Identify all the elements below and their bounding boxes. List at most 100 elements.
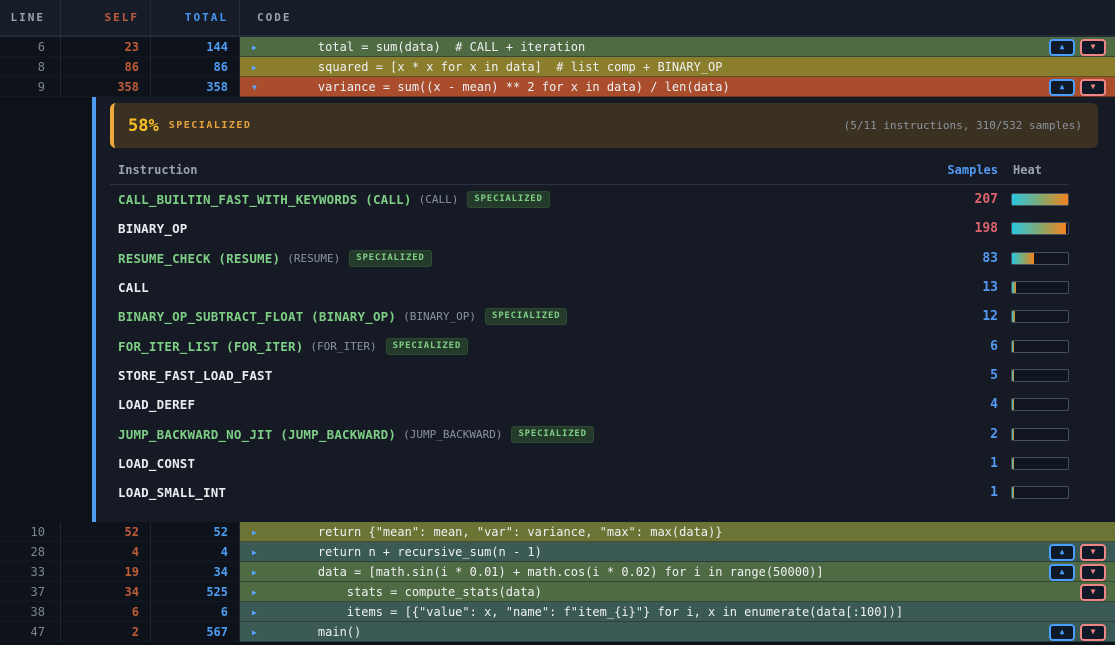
heat-bar <box>1011 340 1069 353</box>
total-samples: 4 <box>151 542 240 562</box>
heat-cell <box>1011 281 1069 294</box>
opcode-base: (JUMP_BACKWARD) <box>403 428 502 441</box>
jump-up-button[interactable]: ▲ <box>1049 624 1075 641</box>
expand-icon[interactable]: ▶ <box>252 602 257 622</box>
line-number: 47 <box>0 622 61 642</box>
instruction-row: CALL_BUILTIN_FAST_WITH_KEYWORDS (CALL)(C… <box>110 185 1069 214</box>
heat-cell <box>1011 340 1069 353</box>
instruction-row: BINARY_OP198 <box>110 214 1069 243</box>
sample-count: 198 <box>930 221 998 236</box>
jump-up-button[interactable]: ▲ <box>1049 544 1075 561</box>
heat-bar-fill <box>1012 399 1014 410</box>
specialized-label: SPECIALIZED <box>169 120 252 131</box>
instruction-row: LOAD_DEREF4 <box>110 390 1069 419</box>
heat-cell <box>1011 457 1069 470</box>
jump-down-button[interactable]: ▼ <box>1080 564 1106 581</box>
line-number: 8 <box>0 57 61 77</box>
nav-buttons: ▼ <box>1080 583 1106 601</box>
sample-count: 5 <box>930 368 998 383</box>
heat-bar <box>1011 193 1069 206</box>
nav-buttons: ▲▼ <box>1049 38 1106 56</box>
code-cell[interactable]: ▶ items = [{"value": x, "name": f"item_{… <box>240 602 1115 622</box>
total-samples: 34 <box>151 562 240 582</box>
heat-bar <box>1011 486 1069 499</box>
jump-down-button[interactable]: ▼ <box>1080 79 1106 96</box>
total-samples: 144 <box>151 37 240 57</box>
sample-count: 13 <box>930 280 998 295</box>
collapse-icon[interactable]: ▼ <box>252 77 257 97</box>
expand-icon[interactable]: ▶ <box>252 57 257 77</box>
specialized-percent: 58% <box>128 116 159 136</box>
line-number: 28 <box>0 542 61 562</box>
self-samples: 52 <box>61 522 151 542</box>
sample-count: 1 <box>930 485 998 500</box>
nav-buttons: ▲▼ <box>1049 543 1106 561</box>
expand-icon[interactable]: ▶ <box>252 582 257 602</box>
total-samples: 6 <box>151 602 240 622</box>
opcode-name: LOAD_CONST <box>118 456 195 471</box>
expand-icon[interactable]: ▶ <box>252 562 257 582</box>
instruction-name-cell: CALL_BUILTIN_FAST_WITH_KEYWORDS (CALL)(C… <box>110 191 930 208</box>
instruction-name-cell: FOR_ITER_LIST (FOR_ITER)(FOR_ITER)SPECIA… <box>110 338 930 355</box>
heat-cell <box>1011 252 1069 265</box>
heat-cell <box>1011 428 1069 441</box>
instruction-name-cell: CALL <box>110 280 930 295</box>
expand-icon[interactable]: ▶ <box>252 522 257 542</box>
jump-down-button[interactable]: ▼ <box>1080 39 1106 56</box>
heat-cell <box>1011 193 1069 206</box>
code-row: 2844▶ return n + recursive_sum(n - 1)▲▼ <box>0 542 1115 562</box>
jump-up-button[interactable]: ▲ <box>1049 39 1075 56</box>
code-cell[interactable]: ▶ data = [math.sin(i * 0.01) + math.cos(… <box>240 562 1115 582</box>
total-samples: 567 <box>151 622 240 642</box>
code-cell[interactable]: ▶ stats = compute_stats(data)▼ <box>240 582 1115 602</box>
line-number: 6 <box>0 37 61 57</box>
heat-bar <box>1011 222 1069 235</box>
jump-up-button[interactable]: ▲ <box>1049 564 1075 581</box>
opcode-base: (RESUME) <box>287 252 340 265</box>
instruction-row: LOAD_CONST1 <box>110 449 1069 478</box>
opcode-name: LOAD_SMALL_INT <box>118 485 226 500</box>
heat-bar-fill <box>1012 223 1066 234</box>
code-text: total = sum(data) # CALL + iteration <box>289 40 585 54</box>
expand-icon[interactable]: ▶ <box>252 542 257 562</box>
instruction-table: Instruction Samples Heat CALL_BUILTIN_FA… <box>110 161 1069 507</box>
code-cell[interactable]: ▼ variance = sum((x - mean) ** 2 for x i… <box>240 77 1115 97</box>
code-cell[interactable]: ▶ return {"mean": mean, "var": variance,… <box>240 522 1115 542</box>
code-text: items = [{"value": x, "name": f"item_{i}… <box>289 605 903 619</box>
self-samples: 358 <box>61 77 151 97</box>
instruction-row: LOAD_SMALL_INT 1 <box>110 478 1069 507</box>
expand-icon[interactable]: ▶ <box>252 622 257 642</box>
jump-down-button[interactable]: ▼ <box>1080 584 1106 601</box>
jump-up-button[interactable]: ▲ <box>1049 79 1075 96</box>
instruction-name-cell: BINARY_OP_SUBTRACT_FLOAT (BINARY_OP)(BIN… <box>110 308 930 325</box>
sample-count: 2 <box>930 427 998 442</box>
code-text: return n + recursive_sum(n - 1) <box>289 545 542 559</box>
sample-count: 83 <box>930 251 998 266</box>
opcode-base: (FOR_ITER) <box>310 340 376 353</box>
code-row: 331934▶ data = [math.sin(i * 0.01) + mat… <box>0 562 1115 582</box>
panel-main: 58% SPECIALIZED (5/11 instructions, 310/… <box>96 97 1115 522</box>
instruction-name-cell: LOAD_DEREF <box>110 397 930 412</box>
jump-down-button[interactable]: ▼ <box>1080 624 1106 641</box>
code-cell[interactable]: ▶ return n + recursive_sum(n - 1)▲▼ <box>240 542 1115 562</box>
header-total: TOTAL <box>151 0 240 35</box>
heat-bar-fill <box>1012 253 1034 264</box>
heat-cell <box>1011 310 1069 323</box>
code-cell[interactable]: ▶ main() ▲ ▼ <box>240 622 1115 642</box>
instruction-name-cell: LOAD_SMALL_INT <box>110 485 930 500</box>
code-text: main() <box>289 625 361 639</box>
panel-gutter <box>0 97 92 522</box>
total-samples: 525 <box>151 582 240 602</box>
code-cell[interactable]: ▶ total = sum(data) # CALL + iteration▲▼ <box>240 37 1115 57</box>
instruction-name-cell: LOAD_CONST <box>110 456 930 471</box>
jump-down-button[interactable]: ▼ <box>1080 544 1106 561</box>
code-cell[interactable]: ▶ squared = [x * x for x in data] # list… <box>240 57 1115 77</box>
profiler-app: LINE SELF TOTAL CODE 623144▶ total = sum… <box>0 0 1115 645</box>
heat-bar <box>1011 310 1069 323</box>
line-number: 10 <box>0 522 61 542</box>
expand-icon[interactable]: ▶ <box>252 37 257 57</box>
heat-cell <box>1011 486 1069 499</box>
instruction-name-cell: BINARY_OP <box>110 221 930 236</box>
column-heat: Heat <box>1011 163 1069 177</box>
instruction-row: STORE_FAST_LOAD_FAST5 <box>110 361 1069 390</box>
